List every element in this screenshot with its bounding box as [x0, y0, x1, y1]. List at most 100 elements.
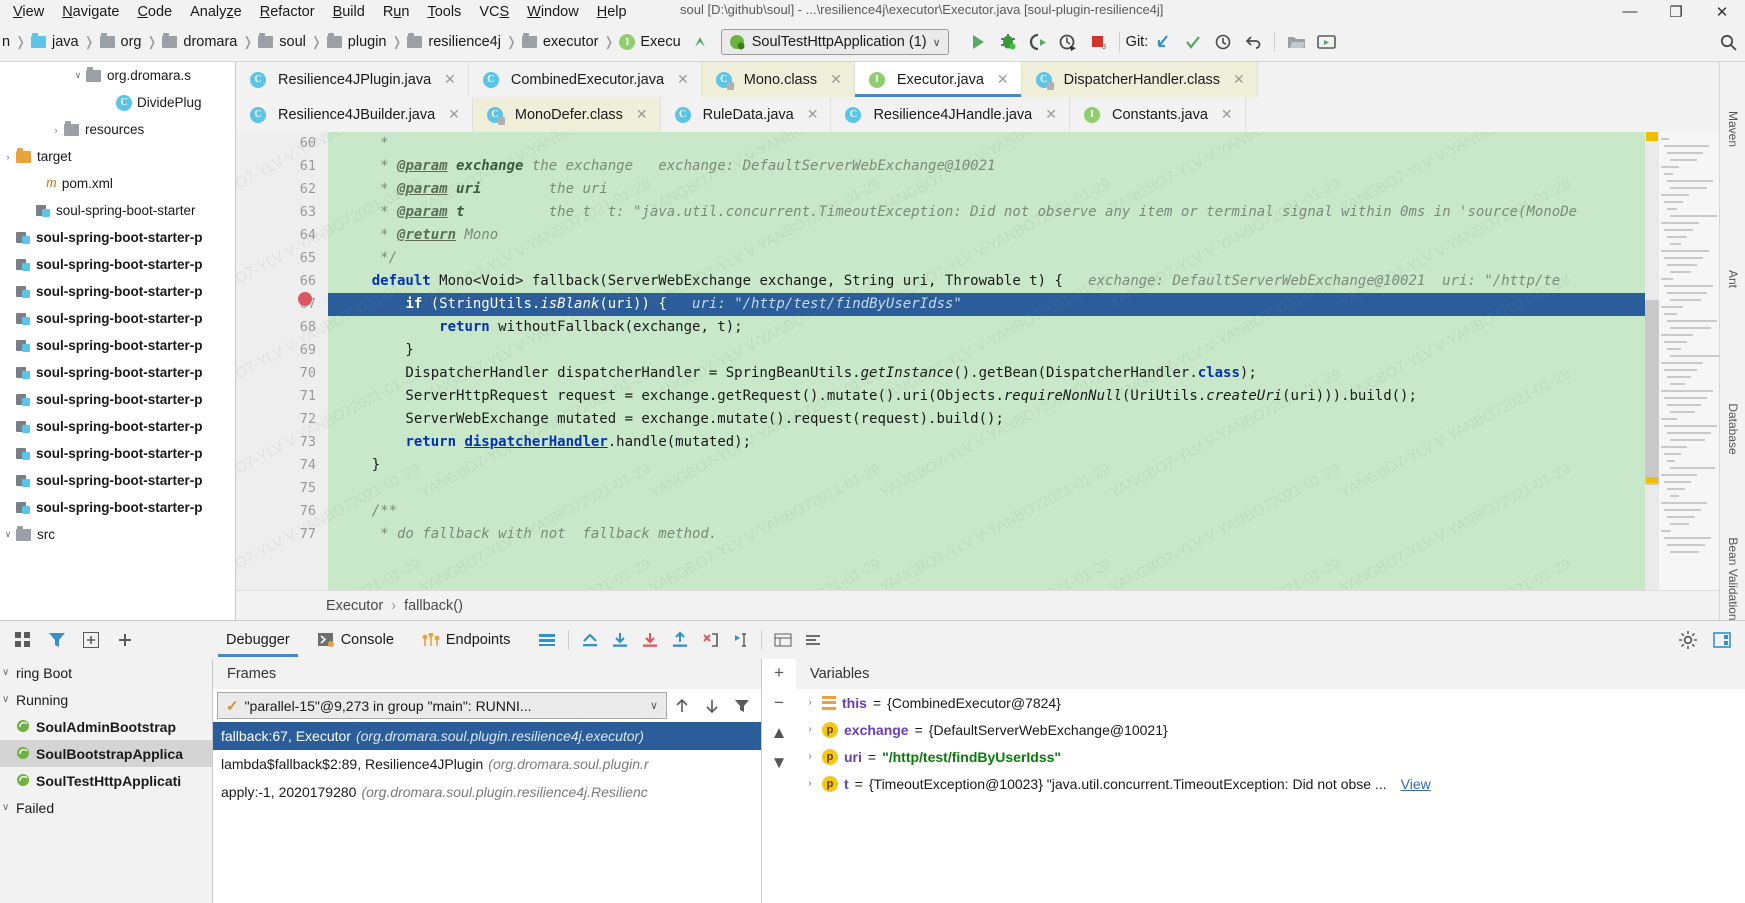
frames-panel[interactable]: Frames ✓ "parallel-15"@9,273 in group "m…: [212, 659, 762, 903]
tool-strip-ant[interactable]: Ant: [1726, 270, 1740, 288]
close-tab-icon[interactable]: ✕: [1045, 106, 1057, 123]
step-into-icon[interactable]: [635, 625, 665, 655]
collapse-values-icon[interactable]: ▼: [771, 753, 788, 773]
view-value-link[interactable]: View: [1401, 776, 1431, 792]
code-line-68[interactable]: return withoutFallback(exchange, t);: [328, 316, 1645, 339]
search-everywhere-icon[interactable]: [1713, 27, 1743, 57]
layout-settings-icon[interactable]: [532, 625, 562, 655]
editor-scrollbar-thumb[interactable]: [1645, 300, 1659, 485]
breadcrumb-method[interactable]: fallback(): [404, 598, 463, 614]
debug-tab-debugger[interactable]: Debugger: [212, 621, 304, 659]
profile-button[interactable]: [1053, 27, 1083, 57]
close-tab-icon[interactable]: ✕: [807, 106, 819, 123]
services-row[interactable]: ∨ ring Boot: [0, 659, 212, 686]
group-by-icon[interactable]: [8, 625, 38, 655]
code-line-70[interactable]: DispatcherHandler dispatcherHandler = Sp…: [328, 362, 1645, 385]
chevron-down-icon[interactable]: ∨: [933, 36, 941, 49]
breadcrumb-item-dromara[interactable]: dromara: [162, 33, 237, 50]
editor-tab-CombinedExecutor.java[interactable]: C CombinedExecutor.java ✕: [468, 62, 702, 97]
update-project-button[interactable]: [1148, 27, 1178, 57]
minimize-button[interactable]: —: [1607, 3, 1653, 20]
code-line-63[interactable]: * @param t the t t: "java.util.concurren…: [328, 201, 1645, 224]
variables-list[interactable]: › this = {CombinedExecutor@7824} › p exch…: [796, 689, 1745, 797]
debug-settings-icon[interactable]: [1673, 625, 1703, 655]
menu-item-code[interactable]: Code: [128, 2, 181, 22]
editor-tab-Resilience4JHandle.java[interactable]: C Resilience4JHandle.java ✕: [831, 97, 1070, 132]
run-configuration-selector[interactable]: SoulTestHttpApplication (1) ∨: [720, 29, 949, 55]
editor-tab-RuleData.java[interactable]: C RuleData.java ✕: [660, 97, 832, 132]
run-button[interactable]: [963, 27, 993, 57]
editor-tab-Executor.java[interactable]: I Executor.java ✕: [854, 62, 1022, 97]
code-line-65[interactable]: */: [328, 247, 1645, 270]
step-out-icon[interactable]: [665, 625, 695, 655]
debug-button[interactable]: [993, 27, 1023, 57]
code-line-72[interactable]: ServerWebExchange mutated = exchange.mut…: [328, 408, 1645, 431]
tree-row[interactable]: › resources: [0, 116, 235, 143]
run-with-coverage-button[interactable]: [1023, 27, 1053, 57]
code-viewport[interactable]: 60 61 62 63 64 65 66 67 68 69 70 71 72 73 74 75 76 77 * *…: [236, 132, 1719, 590]
commit-button[interactable]: [1178, 27, 1208, 57]
variable-row[interactable]: › this = {CombinedExecutor@7824}: [796, 689, 1745, 716]
menu-item-window[interactable]: Window: [518, 2, 588, 22]
editor-gutter[interactable]: 60 61 62 63 64 65 66 67 68 69 70 71 72 73 74 75 76 77: [236, 132, 328, 590]
close-button[interactable]: ✕: [1699, 3, 1745, 21]
services-panel[interactable]: ∨ ring Boot ∨ Running SoulAdminBootstrap…: [0, 659, 212, 903]
editor-tab-Mono.class[interactable]: C Mono.class ✕: [701, 62, 855, 97]
tree-row[interactable]: soul-spring-boot-starter-p: [0, 224, 235, 251]
rollback-button[interactable]: [1238, 27, 1268, 57]
tree-row[interactable]: soul-spring-boot-starter-p: [0, 359, 235, 386]
code-text[interactable]: * * @param exchange the exchange exchang…: [328, 132, 1645, 590]
menu-item-vcs[interactable]: VCS: [470, 2, 518, 22]
preview-icon[interactable]: [1311, 27, 1341, 57]
tree-row[interactable]: › target: [0, 143, 235, 170]
tree-row[interactable]: C DividePlug: [0, 89, 235, 116]
code-line-69[interactable]: }: [328, 339, 1645, 362]
breadcrumb-item-executor[interactable]: executor: [521, 33, 598, 50]
breadcrumb-item-org[interactable]: org: [99, 33, 141, 50]
code-line-74[interactable]: }: [328, 454, 1645, 477]
chevron-down-icon[interactable]: ∨: [650, 699, 658, 712]
menu-item-refactor[interactable]: Refactor: [251, 2, 324, 22]
tool-strip-maven[interactable]: Maven: [1726, 111, 1740, 147]
frame-down-icon[interactable]: [697, 691, 727, 721]
editor-tab-row-2[interactable]: C Resilience4JBuilder.java ✕ C MonoDefer.…: [236, 97, 1719, 132]
debug-tab-console[interactable]: Console: [304, 621, 408, 659]
code-line-73[interactable]: return dispatcherHandler.handle(mutated)…: [328, 431, 1645, 454]
code-line-66[interactable]: default Mono<Void> fallback(ServerWebExc…: [328, 270, 1645, 293]
close-tab-icon[interactable]: ✕: [830, 71, 842, 88]
back-arrow-icon[interactable]: [685, 27, 715, 57]
breakpoint-icon[interactable]: [298, 292, 312, 306]
breadcrumb-item-resilience4j[interactable]: resilience4j: [407, 33, 501, 50]
editor-tab-Resilience4JPlugin.java[interactable]: C Resilience4JPlugin.java ✕: [236, 62, 469, 97]
tree-row[interactable]: ∨ src: [0, 521, 235, 548]
tree-row[interactable]: soul-spring-boot-starter-p: [0, 440, 235, 467]
close-tab-icon[interactable]: ✕: [997, 71, 1009, 88]
editor-tab-Resilience4JBuilder.java[interactable]: C Resilience4JBuilder.java ✕: [236, 97, 473, 132]
show-execution-point-icon[interactable]: [575, 625, 605, 655]
tree-row[interactable]: soul-spring-boot-starter-p: [0, 305, 235, 332]
expand-arrow-icon[interactable]: ›: [0, 152, 16, 162]
variable-row[interactable]: › p uri = "/http/test/findByUserIdss": [796, 743, 1745, 770]
code-line-67[interactable]: if (StringUtils.isBlank(uri)) { uri: "/h…: [328, 293, 1645, 316]
tree-row[interactable]: soul-spring-boot-starter-p: [0, 413, 235, 440]
tool-strip-bean-validation[interactable]: Bean Validation: [1726, 537, 1740, 620]
open-folder-icon[interactable]: [1281, 27, 1311, 57]
thread-selector-row[interactable]: ✓ "parallel-15"@9,273 in group "main": R…: [213, 689, 761, 722]
expand-arrow-icon[interactable]: ∨: [0, 529, 16, 540]
close-tab-icon[interactable]: ✕: [448, 106, 460, 123]
filter-icon[interactable]: [42, 625, 72, 655]
editor-breadcrumb[interactable]: Executor › fallback(): [236, 590, 1719, 620]
menu-item-run[interactable]: Run: [374, 2, 419, 22]
tool-strip-database[interactable]: Database: [1726, 403, 1740, 454]
services-row[interactable]: ∨ Running: [0, 686, 212, 713]
expand-arrow-icon[interactable]: ∨: [2, 667, 16, 678]
close-tab-icon[interactable]: ✕: [444, 71, 456, 88]
menu-item-analyze[interactable]: Analyze: [181, 2, 251, 22]
stop-button[interactable]: 3: [1083, 27, 1113, 57]
breadcrumb-item-java[interactable]: java: [30, 33, 79, 50]
add-configuration-icon[interactable]: [110, 625, 140, 655]
code-line-71[interactable]: ServerHttpRequest request = exchange.get…: [328, 385, 1645, 408]
code-minimap[interactable]: [1659, 132, 1719, 590]
code-line-64[interactable]: * @return Mono: [328, 224, 1645, 247]
debug-tab-endpoints[interactable]: Endpoints: [408, 621, 525, 659]
